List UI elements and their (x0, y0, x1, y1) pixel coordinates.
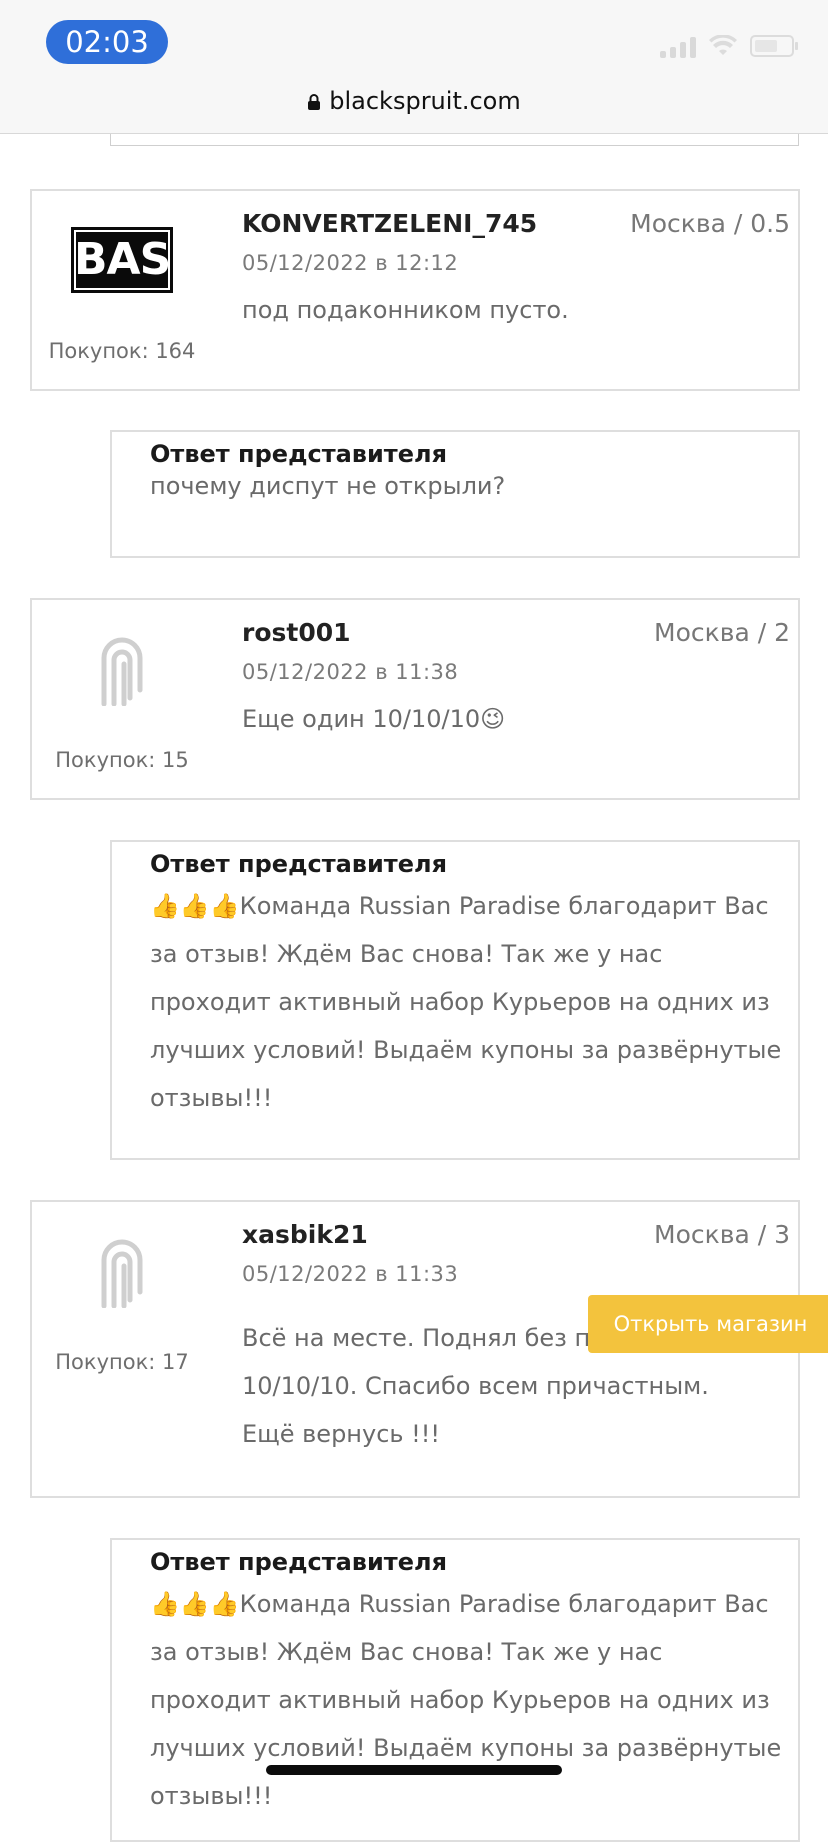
open-shop-button[interactable]: Открыть магазин (588, 1295, 828, 1353)
status-time: 02:03 (46, 20, 168, 64)
avatar-column: BASE Покупок: 164 (32, 191, 212, 389)
default-avatar-icon (101, 637, 143, 706)
purchase-count: Покупок: 17 (55, 1350, 189, 1374)
wifi-icon (709, 35, 737, 55)
reply-text: 👍👍👍Команда Russian Paradise благодарит В… (150, 892, 782, 1112)
review-date: 05/12/2022 в 11:33 (242, 1262, 459, 1286)
avatar-column: Покупок: 17 (32, 1202, 212, 1496)
browser-top-bar: 02:03 blackspruit.com (0, 0, 828, 134)
reply-text: почему диспут не открыли? (150, 472, 506, 500)
address-bar[interactable]: blackspruit.com (0, 86, 828, 116)
review-card: Покупок: 15 rost001 Москва / 2 05/12/202… (30, 598, 800, 800)
url-text: blackspruit.com (329, 87, 521, 115)
reply-title: Ответ представителя (150, 1548, 447, 1576)
seller-reply: Ответ представителя почему диспут не отк… (110, 430, 800, 558)
review-date: 05/12/2022 в 11:38 (242, 660, 459, 684)
avatar: BASE (71, 227, 200, 293)
review-date: 05/12/2022 в 12:12 (242, 251, 459, 275)
review-location: Москва / 3 (654, 1220, 790, 1249)
review-text: Еще один 10/10/10😉 (242, 705, 506, 733)
status-icons (660, 34, 798, 58)
purchase-count: Покупок: 15 (55, 748, 189, 772)
review-location: Москва / 2 (654, 618, 790, 647)
cellular-signal-icon (660, 34, 696, 58)
purchase-count: Покупок: 164 (48, 339, 196, 363)
reply-text: 👍👍👍Команда Russian Paradise благодарит В… (150, 1590, 782, 1810)
reply-title: Ответ представителя (150, 850, 447, 878)
lock-icon (308, 94, 321, 110)
review-username[interactable]: KONVERTZELENI_745 (242, 209, 537, 238)
home-indicator (266, 1765, 562, 1775)
avatar-column: Покупок: 15 (32, 600, 212, 798)
seller-reply: Ответ представителя 👍👍👍Команда Russian P… (110, 1538, 800, 1842)
default-avatar-icon (101, 1239, 143, 1308)
review-card: BASE Покупок: 164 KONVERTZELENI_745 Моск… (30, 189, 800, 391)
seller-reply: Ответ представителя 👍👍👍Команда Russian P… (110, 840, 800, 1160)
review-text: под подаконником пусто. (242, 296, 569, 324)
review-username[interactable]: xasbik21 (242, 1220, 368, 1249)
review-location: Москва / 0.5 (630, 209, 790, 238)
battery-icon (750, 35, 798, 57)
review-username[interactable]: rost001 (242, 618, 351, 647)
